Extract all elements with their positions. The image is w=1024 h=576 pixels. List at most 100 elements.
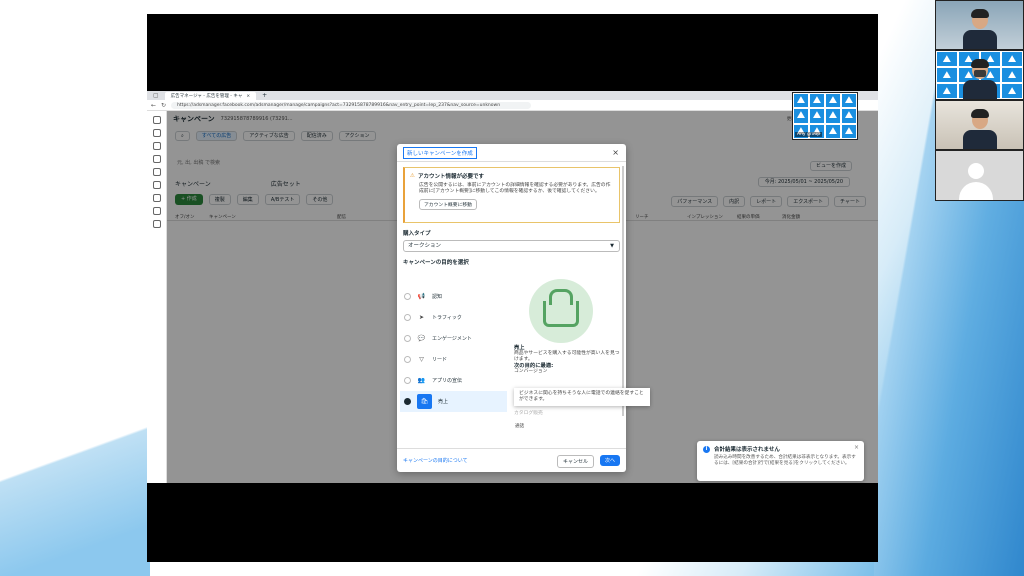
person-hair (970, 59, 989, 68)
objective-sales[interactable]: 🛍 売上 (400, 391, 507, 412)
participant-tile-1[interactable] (935, 0, 1024, 50)
tooltip: ビジネスに関心を持ちそうな人に電話での連絡を促すことができます。 (514, 388, 650, 406)
people-icon: 👥 (417, 377, 426, 384)
close-icon[interactable]: × (854, 444, 859, 451)
logo-icon: ⛰ (841, 123, 857, 139)
close-icon[interactable]: × (612, 148, 619, 157)
buying-type-label: 購入タイプ (403, 231, 431, 237)
detail-description: 商品やサービスを購入する可能性が高い人を見つけます。 (514, 351, 620, 362)
megaphone-icon: 📢 (417, 293, 426, 300)
person-body (962, 80, 997, 99)
objective-app-promotion[interactable]: 👥 アプリの宣伝 (400, 370, 507, 391)
radio-button[interactable] (404, 314, 411, 321)
logo-icon: ⛰ (809, 108, 825, 124)
face-mask (973, 70, 986, 77)
warning-text: 広告を公開するには、事前にアカウントの詳細情報を確認する必要があります。広告の作… (419, 183, 611, 195)
objective-list: 📢 認知 ➤ トラフィック 💬 エンゲージメント ▽ リード 👥 アプリの宣伝 … (400, 286, 507, 412)
logo-icon: ⛰ (936, 83, 958, 99)
logo-icon: ⛰ (825, 123, 841, 139)
logo-icon: ⛰ (793, 93, 809, 109)
person-head (970, 59, 989, 79)
objective-detail: 売上 商品やサービスを購入する可能性が高い人を見つけます。 次の目的に最適: コ… (514, 345, 622, 375)
home-icon[interactable] (152, 129, 161, 137)
participant-tile-logo-small: ⛰⛰⛰⛰ ⛰⛰⛰⛰ ⛰⛰⛰⛰ Any group (792, 92, 858, 140)
buying-type-value: オークション (408, 243, 442, 249)
back-icon[interactable]: ← (151, 102, 156, 109)
objective-traffic[interactable]: ➤ トラフィック (400, 307, 507, 328)
url-input[interactable]: https://adsmanager.facebook.com/adsmanag… (171, 101, 532, 109)
campaigns-icon[interactable] (152, 142, 161, 150)
objective-label-text: 売上 (438, 399, 449, 405)
detail-conversion: コンバージョン (514, 369, 548, 374)
account-overview-button[interactable]: アカウント概要に移動 (419, 199, 477, 211)
left-nav-rail (147, 111, 167, 483)
warning-icon: ⚠ (410, 173, 415, 179)
modal-title: 新しいキャンペーンを作成 (403, 146, 477, 159)
participant-person (962, 109, 997, 149)
logo-icon: ⛰ (793, 108, 809, 124)
toast-body: 読み込み時間を改善するため、合計結果は非表示となります。表示するには、[結果の合… (714, 455, 856, 466)
chat-icon: 💬 (417, 335, 426, 342)
objective-label-text: トラフィック (432, 315, 462, 321)
tab-title: 広告マネージャ - 広告を管理 - キャ (170, 94, 243, 99)
next-button[interactable]: 次へ (599, 455, 620, 466)
meta-logo-icon[interactable] (152, 116, 161, 124)
billing-icon[interactable] (152, 194, 161, 202)
warning-title-row: ⚠ アカウント情報が必要です (410, 172, 614, 180)
shared-browser-window: ▢ 広告マネージャ - 広告を管理 - キャ × + ← ↻ https://a… (147, 91, 878, 483)
create-campaign-modal: 新しいキャンペーンを作成 × ⚠ アカウント情報が必要です 広告を公開するには、… (397, 144, 650, 472)
sales-illustration (529, 279, 593, 343)
participant-tile-4[interactable] (935, 150, 1024, 201)
account-warning: ⚠ アカウント情報が必要です 広告を公開するには、事前にアカウントの詳細情報を確… (403, 167, 620, 223)
pages-icon[interactable] (152, 168, 161, 176)
megaphone-icon[interactable] (152, 181, 161, 189)
participant-person (962, 9, 997, 49)
radio-button-selected[interactable] (404, 398, 411, 405)
cursor-icon: ➤ (418, 314, 425, 321)
window-icon: ▢ (153, 92, 159, 99)
logo-icon: ⛰ (1001, 67, 1023, 83)
modal-header: 新しいキャンペーンを作成 (397, 144, 626, 162)
browser-tabbar: ▢ 広告マネージャ - 広告を管理 - キャ × + (147, 91, 878, 100)
menu-icon[interactable] (152, 220, 161, 228)
tab-close-icon[interactable]: × (246, 94, 250, 99)
cancel-button[interactable]: キャンセル (556, 455, 594, 468)
bag-body-shape (543, 301, 579, 327)
objective-label: キャンペーンの目的を選択 (403, 260, 469, 266)
participant-tile-3[interactable] (935, 100, 1024, 150)
logo-icon: ⛰ (809, 93, 825, 109)
person-head (970, 9, 989, 29)
radio-button[interactable] (404, 293, 411, 300)
radio-button[interactable] (404, 335, 411, 342)
person-hair (970, 109, 989, 118)
info-icon: i (703, 445, 710, 453)
audience-icon[interactable] (152, 207, 161, 215)
person-body (962, 30, 997, 49)
background-decoration-left (0, 380, 150, 576)
objective-label-text: リード (432, 357, 448, 363)
buying-type-select[interactable]: オークション ▼ (403, 240, 620, 252)
logo-icon: ⛰ (841, 108, 857, 124)
new-tab-button[interactable]: + (262, 92, 267, 99)
participant-tile-2[interactable]: ⛰⛰⛰⛰ ⛰⛰⛰⛰ ⛰⛰⛰⛰ (935, 50, 1024, 100)
objective-awareness[interactable]: 📢 認知 (400, 286, 507, 307)
browser-tab[interactable]: 広告マネージャ - 広告を管理 - キャ × (164, 92, 257, 100)
objective-help-link[interactable]: キャンペーンの目的について (403, 457, 468, 464)
reload-icon[interactable]: ↻ (161, 102, 166, 109)
objective-label-text: エンゲージメント (432, 336, 472, 342)
objective-label-text: 認知 (432, 294, 443, 300)
objective-leads[interactable]: ▽ リード (400, 349, 507, 370)
logo-icon: ⛰ (936, 51, 958, 67)
logo-icon: ⛰ (1001, 51, 1023, 67)
chart-icon[interactable] (152, 155, 161, 163)
address-bar-row: ← ↻ https://adsmanager.facebook.com/adsm… (147, 100, 878, 111)
participant-person (962, 59, 997, 99)
avatar-body (959, 182, 993, 200)
radio-button[interactable] (404, 356, 411, 363)
person-body (962, 130, 997, 149)
toast-title: 合計結果は表示されません (714, 447, 780, 453)
avatar-icon (968, 163, 984, 179)
modal-scrollbar[interactable] (622, 166, 624, 416)
radio-button[interactable] (404, 377, 411, 384)
objective-engagement[interactable]: 💬 エンゲージメント (400, 328, 507, 349)
